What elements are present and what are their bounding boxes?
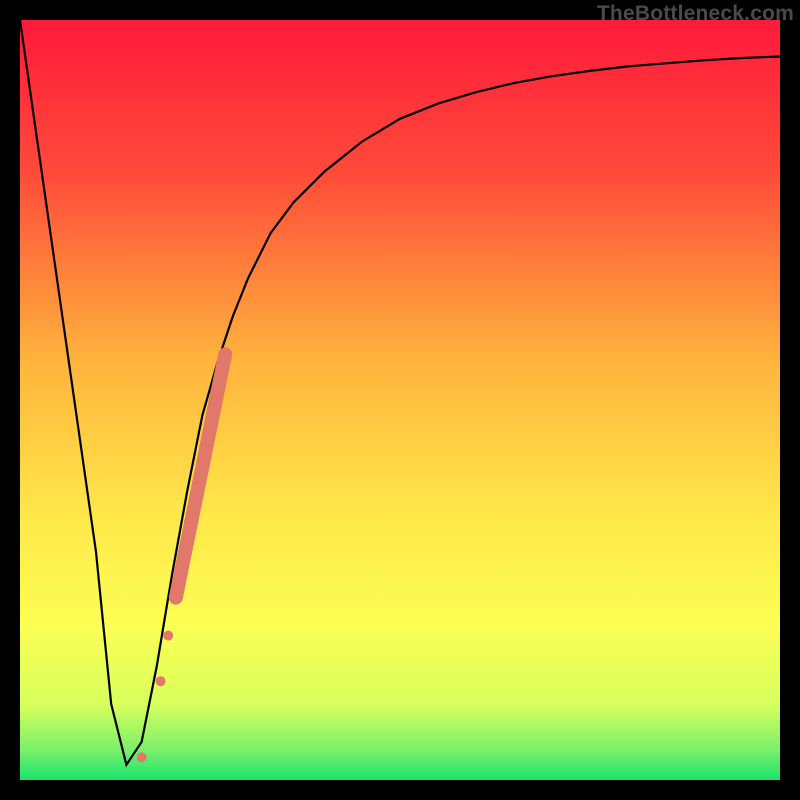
data-marker: [156, 676, 166, 686]
plot-area: [20, 20, 780, 780]
gradient-background: [20, 20, 780, 780]
data-marker: [137, 752, 147, 762]
chart-svg: [20, 20, 780, 780]
data-marker: [163, 631, 173, 641]
chart-frame: TheBottleneck.com: [0, 0, 800, 800]
watermark-text: TheBottleneck.com: [597, 2, 794, 26]
